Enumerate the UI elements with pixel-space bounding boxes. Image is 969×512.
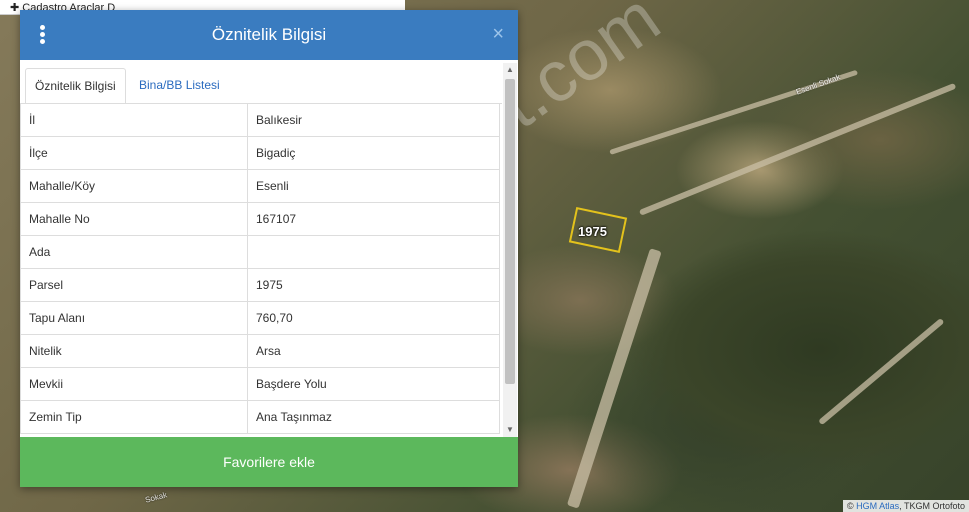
street-label: Sokak <box>144 490 169 505</box>
attribute-key: Mahalle/Köy <box>20 169 248 203</box>
attribute-value: 760,70 <box>247 301 500 335</box>
map-road <box>638 82 957 216</box>
attribute-table: İl Balıkesir İlçe Bigadiç Mahalle/Köy Esenli M… <box>20 103 500 434</box>
attribute-value: Başdere Yolu <box>247 367 500 401</box>
attribute-key: Tapu Alanı <box>20 301 248 335</box>
table-row: Nitelik Arsa <box>20 334 500 368</box>
tab-bar: Öznitelik Bilgisi Bina/BB Listesi <box>25 65 502 104</box>
table-row: Mahalle No 167107 <box>20 202 500 236</box>
attribute-key: Nitelik <box>20 334 248 368</box>
attribute-dialog: Öznitelik Bilgisi × Öznitelik Bilgisi Bi… <box>20 10 518 487</box>
map-attribution: © HGM Atlas, TKGM Ortofoto <box>842 500 969 512</box>
table-row: İlçe Bigadiç <box>20 136 500 170</box>
table-row: Ada <box>20 235 500 269</box>
map-road <box>566 248 662 509</box>
attribute-value <box>247 235 500 269</box>
dialog-title: Öznitelik Bilgisi <box>211 25 327 44</box>
attribution-prefix: © <box>846 501 857 511</box>
tab-attribute-info[interactable]: Öznitelik Bilgisi <box>25 68 126 104</box>
attribute-value: Balıkesir <box>247 103 500 137</box>
tab-building-list[interactable]: Bina/BB Listesi <box>130 68 229 102</box>
dialog-header: Öznitelik Bilgisi × <box>20 10 518 60</box>
attribute-key: Parsel <box>20 268 248 302</box>
attribute-key: Mevkii <box>20 367 248 401</box>
table-row: Tapu Alanı 760,70 <box>20 301 500 335</box>
attribute-key: Zemin Tip <box>20 400 248 434</box>
attribute-value: 167107 <box>247 202 500 236</box>
street-label: Esenli Sokak <box>794 72 842 97</box>
attribute-value: Arsa <box>247 334 500 368</box>
attribute-table-container[interactable]: İl Balıkesir İlçe Bigadiç Mahalle/Köy Esenli M… <box>20 103 502 437</box>
attribute-key: İl <box>20 103 248 137</box>
table-row: Parsel 1975 <box>20 268 500 302</box>
scroll-thumb[interactable] <box>505 79 515 384</box>
table-row: İl Balıkesir <box>20 103 500 137</box>
table-row: Mahalle/Köy Esenli <box>20 169 500 203</box>
map-road <box>818 317 945 426</box>
parcel-label: 1975 <box>578 224 607 239</box>
table-row: Zemin Tip Ana Taşınmaz <box>20 400 500 434</box>
scrollbar[interactable]: ▲ ▼ <box>503 63 517 437</box>
attribute-value: Esenli <box>247 169 500 203</box>
attribute-key: Mahalle No <box>20 202 248 236</box>
attribute-key: İlçe <box>20 136 248 170</box>
attribute-value: Bigadiç <box>247 136 500 170</box>
attribute-value: Ana Taşınmaz <box>247 400 500 434</box>
add-to-favorites-button[interactable]: Favorilere ekle <box>20 437 518 487</box>
attribute-value: 1975 <box>247 268 500 302</box>
attribution-rest: , TKGM Ortofoto <box>899 501 965 511</box>
scroll-up-icon[interactable]: ▲ <box>503 63 517 77</box>
scroll-down-icon[interactable]: ▼ <box>503 423 517 437</box>
table-row: Mevkii Başdere Yolu <box>20 367 500 401</box>
attribute-key: Ada <box>20 235 248 269</box>
attribution-link[interactable]: HGM Atlas <box>856 501 899 511</box>
close-icon[interactable]: × <box>492 24 504 44</box>
